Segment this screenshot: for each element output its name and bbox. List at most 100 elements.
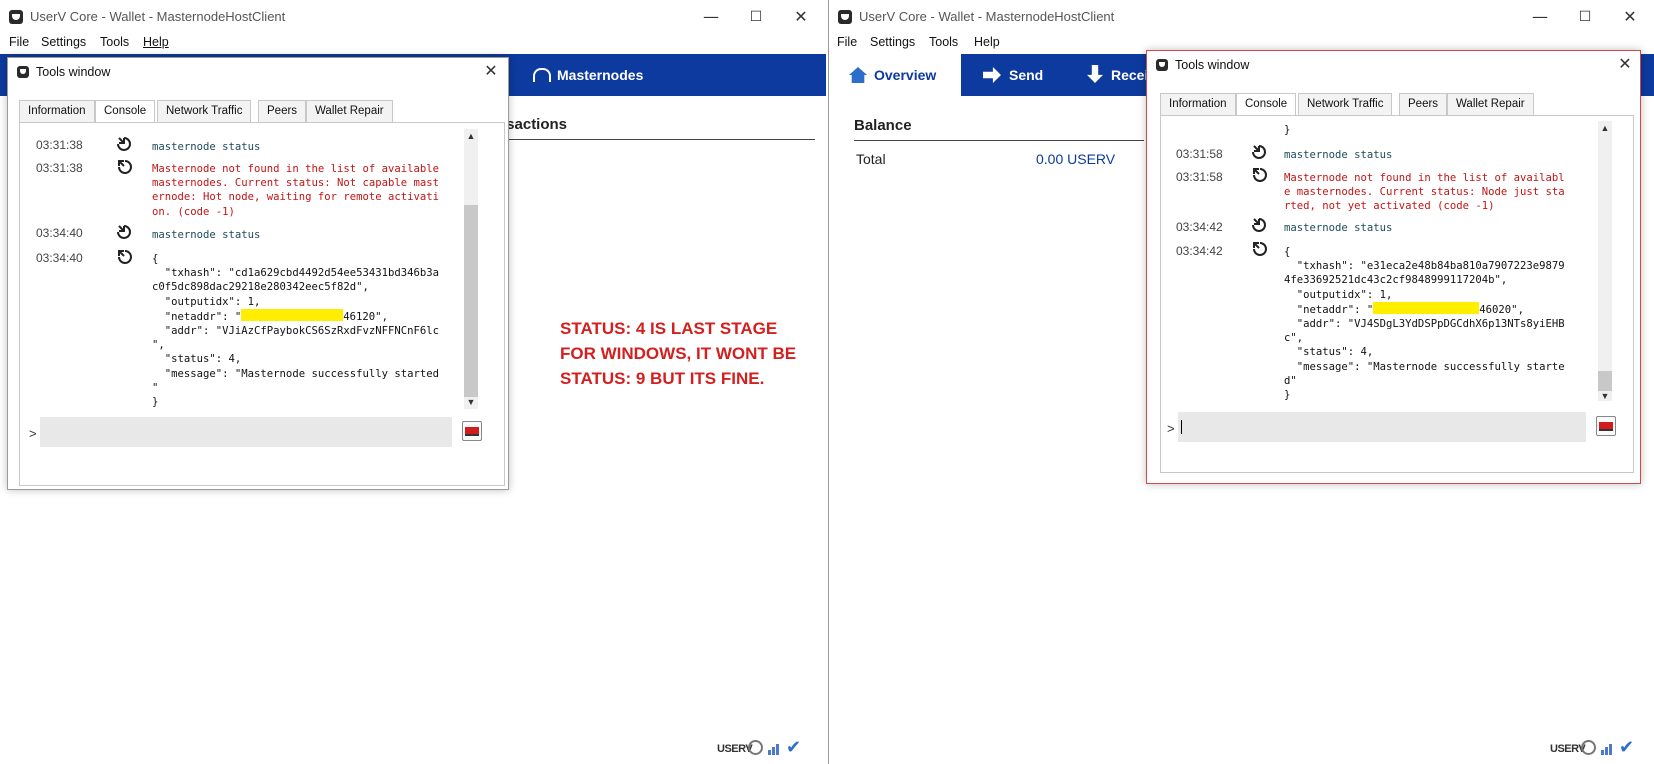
reply-received-icon (118, 160, 132, 174)
menu-file[interactable]: File (9, 35, 29, 49)
console-input[interactable] (40, 417, 452, 447)
reply-received-icon (118, 250, 132, 264)
scrollbar-thumb[interactable] (1598, 371, 1612, 391)
tab-network-traffic[interactable]: Network Traffic (157, 100, 252, 122)
tab-console[interactable]: Console (1236, 93, 1297, 116)
console-error: Masternode not found in the list of avai… (1284, 172, 1565, 213)
menu-file[interactable]: File (837, 35, 857, 49)
menu-help[interactable]: Help (143, 35, 169, 49)
timestamp: 03:34:42 (1176, 220, 1223, 234)
command-sent-icon (117, 225, 131, 239)
console-json-reply: { "txhash": "e31eca2e48b84ba810a7907223e… (1284, 245, 1565, 402)
console-command: masternode status (152, 141, 261, 153)
tools-window-icon (17, 66, 29, 78)
app-logo-icon (838, 10, 852, 24)
right-tools-window: Tools window ✕ Information Console Netwo… (1146, 50, 1641, 484)
tab-peers[interactable]: Peers (1399, 93, 1448, 115)
console-output[interactable]: } 03:31:58 masternode status 03:31:58 Ma… (1176, 121, 1586, 411)
tab-information[interactable]: Information (19, 100, 95, 122)
command-sent-icon (117, 137, 131, 151)
minimize-icon[interactable]: — (696, 4, 726, 30)
connections-icon (768, 741, 782, 755)
tab-wallet-repair[interactable]: Wallet Repair (1447, 93, 1534, 115)
tools-tabs: Information Console Network Traffic Peer… (1160, 93, 1640, 116)
text-cursor (1181, 420, 1182, 434)
scroll-down-icon[interactable]: ▼ (464, 397, 478, 407)
total-label: Total (856, 151, 886, 167)
left-menubar: File Settings Tools Help (0, 34, 826, 54)
balance-divider (854, 140, 1144, 141)
network-icon (748, 740, 763, 755)
masternodes-icon (533, 68, 551, 82)
nav-receive[interactable]: Recei (1087, 54, 1148, 96)
console-panel: } 03:31:58 masternode status 03:31:58 Ma… (1160, 115, 1634, 473)
tools-window-title: Tools window (1175, 58, 1250, 72)
nav-masternodes[interactable]: Masternodes (533, 54, 643, 96)
scroll-up-icon[interactable]: ▲ (464, 131, 478, 141)
nav-send[interactable]: Send (983, 54, 1043, 96)
total-value: 0.00 USERV (1036, 151, 1116, 167)
nav-overview-label: Overview (874, 67, 937, 83)
timestamp: 03:34:40 (36, 226, 83, 240)
tab-peers[interactable]: Peers (258, 100, 307, 122)
previous-output-fragment: } (1284, 124, 1291, 136)
maximize-icon[interactable]: ☐ (741, 4, 771, 30)
menu-help[interactable]: Help (974, 35, 1000, 49)
console-command: masternode status (1284, 222, 1393, 234)
reply-received-icon (1253, 242, 1267, 256)
nav-overview[interactable]: Overview (829, 54, 961, 96)
timestamp: 03:34:42 (1176, 244, 1223, 258)
console-scrollbar[interactable]: ▲ ▼ (464, 129, 478, 409)
app-logo-icon (9, 10, 23, 24)
close-icon[interactable]: ✕ (1615, 4, 1645, 30)
close-icon[interactable]: ✕ (478, 60, 504, 84)
menu-settings[interactable]: Settings (41, 35, 86, 49)
tab-network-traffic[interactable]: Network Traffic (1298, 93, 1393, 115)
left-window-title: UserV Core - Wallet - MasternodeHostClie… (30, 9, 286, 24)
left-unit-label[interactable]: USERV (717, 743, 753, 755)
menu-tools[interactable]: Tools (100, 35, 129, 49)
menu-settings[interactable]: Settings (870, 35, 915, 49)
left-tools-window: Tools window ✕ Information Console Netwo… (7, 57, 509, 490)
redaction-block (1373, 301, 1480, 314)
annotation-note: STATUS: 4 IS LAST STAGE FOR WINDOWS, IT … (560, 319, 797, 388)
json-netaddr-suffix: 46120", (343, 310, 388, 323)
minimize-icon[interactable]: — (1525, 4, 1555, 30)
tab-wallet-repair[interactable]: Wallet Repair (306, 100, 393, 122)
home-icon (849, 67, 867, 83)
nav-receive-label: Recei (1111, 67, 1149, 83)
left-titlebar: UserV Core - Wallet - MasternodeHostClie… (0, 0, 826, 34)
console-scrollbar[interactable]: ▲ ▼ (1598, 121, 1612, 401)
console-command: masternode status (152, 229, 261, 241)
tab-console[interactable]: Console (95, 100, 156, 123)
scroll-down-icon[interactable]: ▼ (1598, 391, 1612, 401)
console-input[interactable] (1178, 412, 1586, 442)
console-output[interactable]: 03:31:38 masternode status 03:31:38 Mast… (36, 129, 456, 429)
clear-console-icon[interactable] (1596, 416, 1616, 436)
right-unit-label[interactable]: USERV (1550, 743, 1586, 755)
console-json-reply: { "txhash": "cd1a629cbd4492d54ee53431bd3… (152, 252, 439, 409)
clear-console-icon[interactable] (462, 421, 482, 441)
tab-information[interactable]: Information (1160, 93, 1236, 115)
timestamp: 03:31:38 (36, 138, 83, 152)
console-panel: 03:31:38 masternode status 03:31:38 Mast… (19, 122, 505, 486)
scrollbar-thumb[interactable] (464, 205, 478, 397)
send-arrow-icon (983, 67, 1001, 83)
close-icon[interactable]: ✕ (1612, 53, 1638, 77)
console-prompt: > (1167, 421, 1175, 436)
maximize-icon[interactable]: ☐ (1570, 4, 1600, 30)
close-icon[interactable]: ✕ (786, 4, 816, 30)
scroll-up-icon[interactable]: ▲ (1598, 123, 1612, 133)
nav-masternodes-label: Masternodes (557, 67, 644, 83)
nav-send-label: Send (1009, 67, 1044, 83)
synced-check-icon: ✔ (1619, 737, 1635, 758)
command-sent-icon (1252, 145, 1266, 159)
synced-check-icon: ✔ (786, 737, 802, 758)
timestamp: 03:31:38 (36, 161, 83, 175)
menu-tools[interactable]: Tools (929, 35, 958, 49)
reply-received-icon (1253, 168, 1267, 182)
json-text-after: "addr": "VJiAzCfPaybokCS6SzRxdFvzNFFNCnF… (152, 325, 440, 409)
tools-window-title: Tools window (36, 65, 111, 79)
connections-icon (1601, 741, 1615, 755)
right-window-title: UserV Core - Wallet - MasternodeHostClie… (859, 9, 1115, 24)
